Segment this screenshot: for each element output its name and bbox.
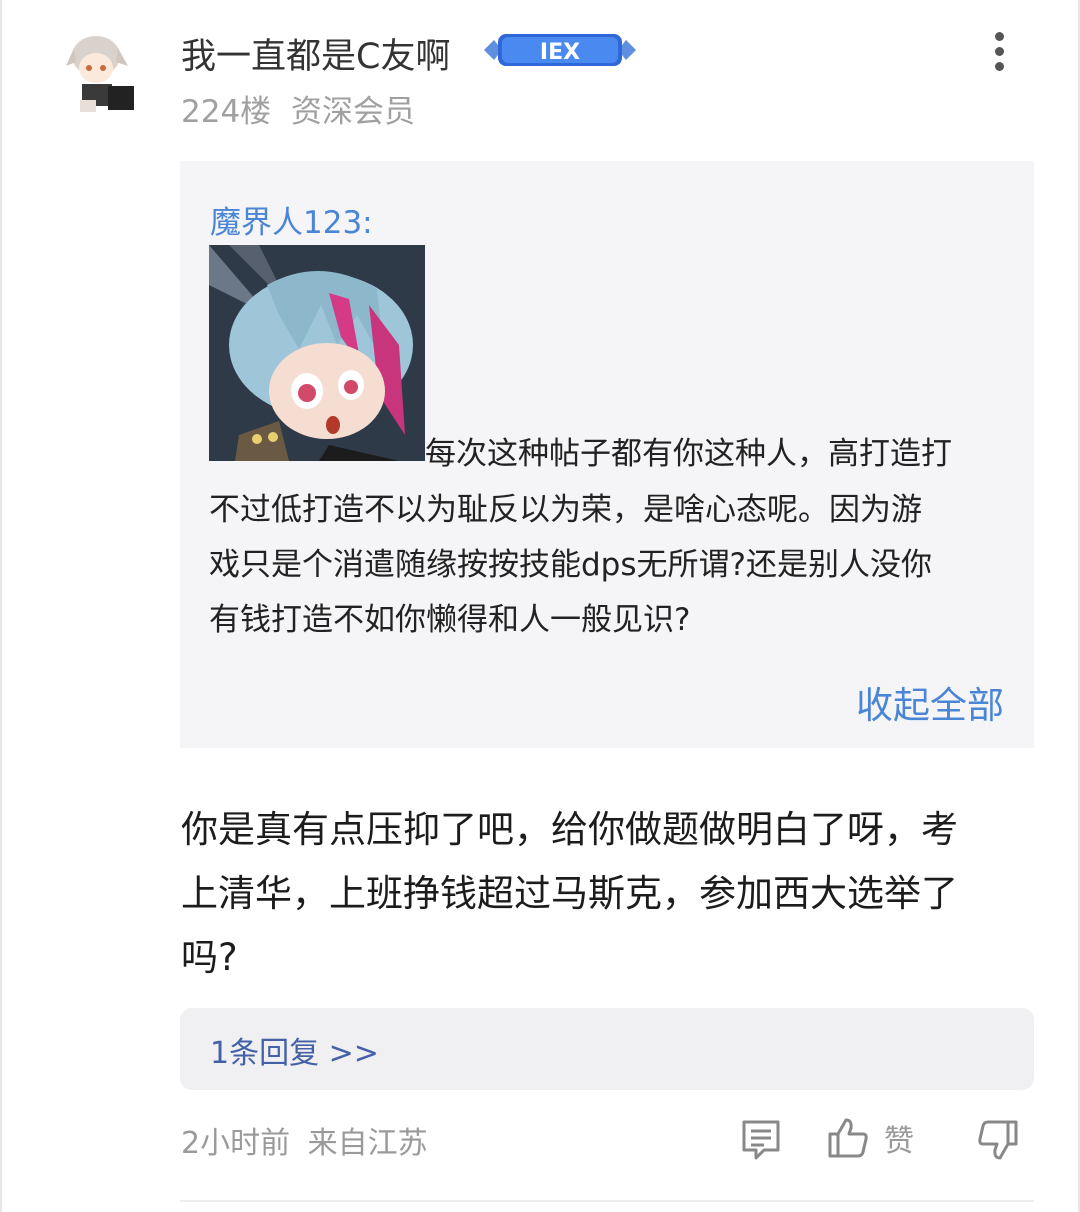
bottom-divider [180, 1200, 1034, 1202]
like-button[interactable]: 赞 [826, 1114, 914, 1162]
level-badge-icon: IEX [480, 30, 640, 70]
quote-text-line-4: 有钱打造不如你懒得和人一般见识? [209, 602, 691, 638]
more-options-icon[interactable] [982, 32, 1016, 78]
member-title: 资深会员 [291, 94, 416, 130]
quote-text-line-2: 不过低打造不以为耻反以为荣，是啥心态呢。因为游 [209, 492, 922, 528]
post-time: 2小时前 [181, 1126, 291, 1161]
thumbs-down-icon[interactable] [976, 1118, 1020, 1162]
sub-replies-link[interactable]: 1条回复 >> [210, 1028, 379, 1072]
reply-text-line-1: 你是真有点压抑了吧，给你做题做明白了呀，考 [181, 808, 958, 851]
quote-author[interactable]: 魔界人123: [210, 197, 373, 242]
collapse-all-link[interactable]: 收起全部 [856, 675, 1004, 729]
reply-text: 你是真有点压抑了吧，给你做题做明白了呀，考 上清华，上班挣钱超过马斯克，参加西大… [181, 798, 1041, 990]
post-meta: 224楼 资深会员 [181, 86, 415, 131]
quoted-comment: 魔界人123: 每次这种帖子都有你这种人，高打造打 不过低打造不以为耻反以为荣，… [180, 161, 1034, 748]
quote-text: 不过低打造不以为耻反以为荣，是啥心态呢。因为游 戏只是个消遣随缘按按技能dps无… [209, 483, 1009, 648]
left-edge [0, 0, 2, 1212]
reply-text-line-3: 吗? [181, 936, 238, 979]
level-badge-text: IEX [540, 40, 580, 65]
quote-text-line-3: 戏只是个消遣随缘按按技能dps无所谓?还是别人没你 [209, 547, 932, 583]
post-location: 来自江苏 [307, 1126, 428, 1161]
sub-replies-panel[interactable]: 1条回复 >> [180, 1008, 1034, 1090]
reply-text-line-2: 上清华，上班挣钱超过马斯克，参加西大选举了 [181, 872, 958, 915]
floor-number: 224楼 [181, 94, 272, 130]
username[interactable]: 我一直都是C友啊 [181, 28, 450, 79]
quote-sticker-image[interactable] [209, 245, 425, 461]
quote-text-line-1: 每次这种帖子都有你这种人，高打造打 [425, 436, 952, 472]
post-footer-meta: 2小时前 来自江苏 [181, 1118, 428, 1162]
thumbs-up-icon [828, 1118, 868, 1158]
user-avatar[interactable] [52, 30, 142, 120]
like-label: 赞 [884, 1124, 914, 1159]
comment-icon[interactable] [740, 1118, 782, 1162]
